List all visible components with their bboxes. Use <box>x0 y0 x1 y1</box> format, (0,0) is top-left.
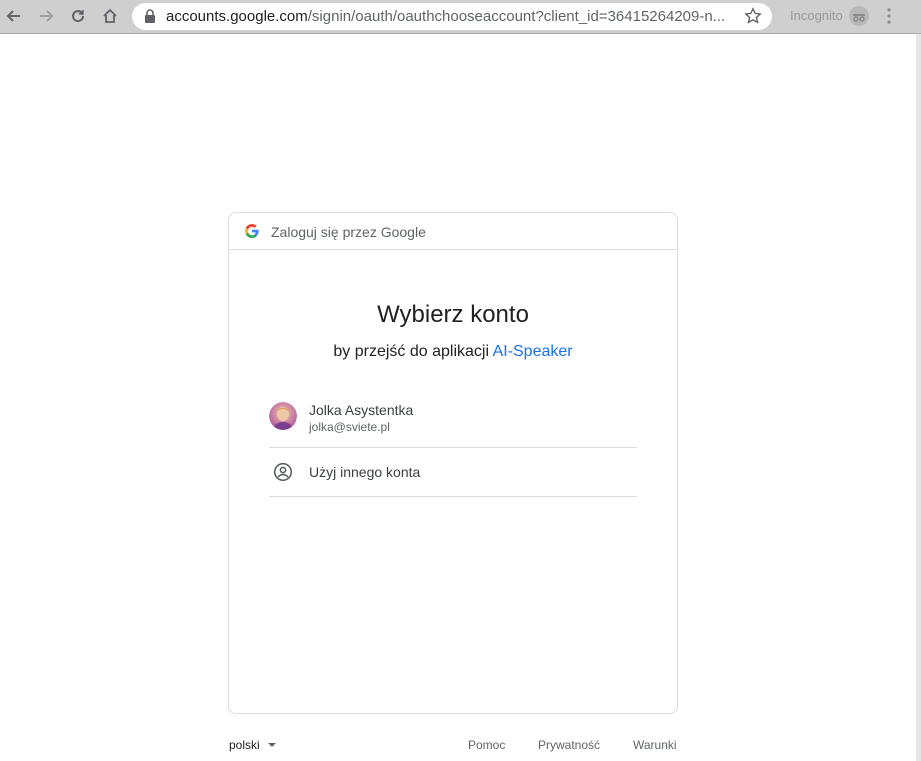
forward-button[interactable] <box>34 4 58 28</box>
arrow-right-icon <box>40 10 54 22</box>
subtitle-prefix: by przejść do aplikacji <box>333 343 489 360</box>
footer: polski Pomoc Prywatność Warunki <box>228 737 678 755</box>
reload-icon <box>72 10 85 23</box>
user-avatar-icon <box>269 402 297 430</box>
use-other-account-button[interactable]: Użyj innego konta <box>269 448 637 497</box>
arrow-left-icon <box>6 10 20 22</box>
language-label: polski <box>229 738 260 752</box>
account-item[interactable]: Jolka Asystentka jolka@sviete.pl <box>269 396 637 448</box>
account-email: jolka@sviete.pl <box>309 420 390 434</box>
browser-toolbar: accounts.google.com/signin/oauth/oauthch… <box>0 0 921 34</box>
signin-card: Zaloguj się przez Google Wybierz konto b… <box>228 212 678 714</box>
page-title: Wybierz konto <box>377 301 529 328</box>
more-vert-icon[interactable] <box>886 7 892 25</box>
avatar <box>269 402 297 430</box>
home-icon <box>103 8 117 23</box>
address-bar[interactable]: accounts.google.com/signin/oauth/oauthch… <box>132 3 772 30</box>
account-list: Jolka Asystentka jolka@sviete.pl Użyj in… <box>269 396 637 497</box>
terms-link[interactable]: Warunki <box>633 738 677 752</box>
account-name: Jolka Asystentka <box>309 402 414 418</box>
help-link[interactable]: Pomoc <box>468 738 505 752</box>
incognito-icon[interactable] <box>848 5 870 27</box>
star-icon[interactable] <box>744 7 762 25</box>
home-button[interactable] <box>98 4 122 28</box>
caret-down-icon <box>267 743 276 747</box>
lock-icon <box>145 9 155 23</box>
reload-button[interactable] <box>66 4 90 28</box>
card-header: Zaloguj się przez Google <box>229 213 677 250</box>
back-button[interactable] <box>2 4 26 28</box>
language-selector[interactable]: polski <box>229 738 276 752</box>
page-scrollbar[interactable] <box>916 34 921 761</box>
url-path: /signin/oauth/oauthchooseaccount?client_… <box>307 8 726 25</box>
use-other-account-label: Użyj innego konta <box>309 464 421 480</box>
incognito-label: Incognito <box>790 8 843 23</box>
page-subtitle: by przejść do aplikacji AI-Speaker <box>229 343 677 361</box>
card-header-text: Zaloguj się przez Google <box>271 224 426 240</box>
url-text: accounts.google.com/signin/oauth/oauthch… <box>166 8 726 25</box>
app-name-link[interactable]: AI-Speaker <box>493 343 573 360</box>
url-host: accounts.google.com <box>166 8 308 25</box>
privacy-link[interactable]: Prywatność <box>538 738 600 752</box>
account-circle-icon <box>273 462 293 482</box>
google-g-logo-icon <box>245 224 259 238</box>
